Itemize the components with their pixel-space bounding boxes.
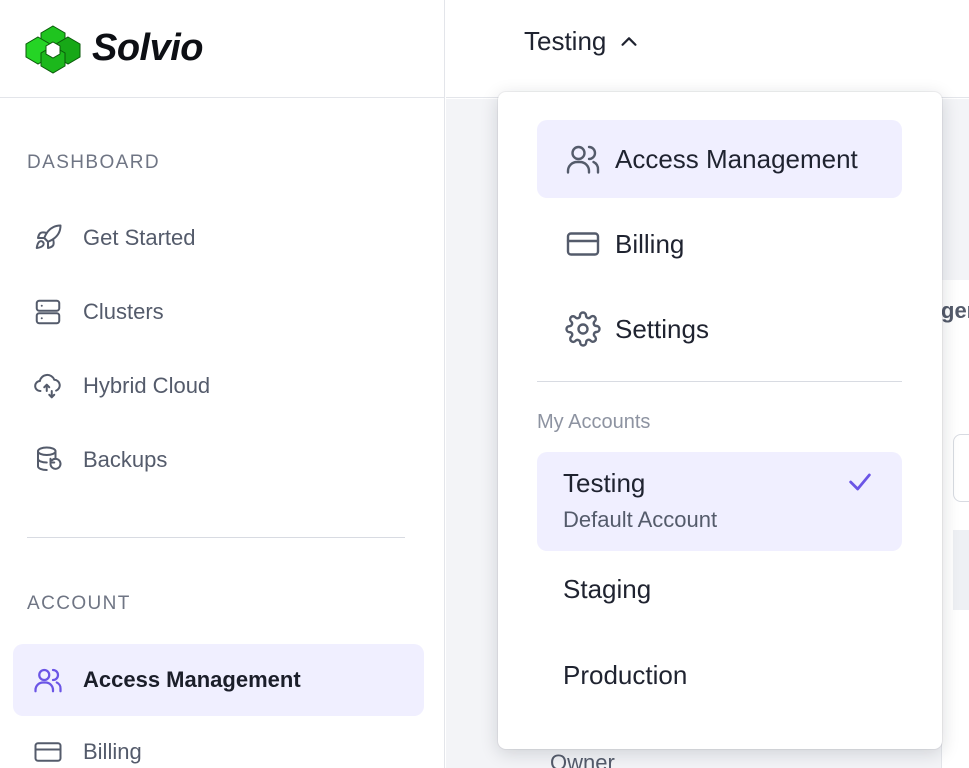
sidebar-divider: [27, 537, 405, 538]
credit-card-icon: [563, 224, 603, 264]
content-card: [941, 280, 969, 768]
search-input[interactable]: [953, 434, 969, 502]
database-restore-icon: [31, 443, 65, 477]
sidebar-item-label: Billing: [83, 739, 142, 764]
server-icon: [31, 295, 65, 329]
sidebar-item-access-management[interactable]: Access Management: [13, 644, 424, 716]
users-icon: [563, 139, 603, 179]
menu-item-label: Billing: [615, 228, 685, 259]
app-root: ger Owner Testing Solvio DASHBOARD: [0, 0, 969, 768]
menu-item-label: Settings: [615, 313, 709, 344]
sidebar-item-label: Backups: [83, 447, 168, 472]
account-dropdown-menu: Access Management Billing Settings My Ac…: [498, 92, 942, 749]
logo-icon: [25, 24, 81, 74]
account-name: Production: [563, 660, 688, 690]
account-item-testing[interactable]: Testing Default Account: [537, 452, 902, 551]
account-item-staging[interactable]: Staging: [537, 558, 902, 636]
table-cell-fragment: Owner: [550, 750, 615, 768]
dashboard-section-label: DASHBOARD: [27, 152, 160, 173]
menu-item-access-management[interactable]: Access Management: [537, 120, 902, 198]
cloud-sync-icon: [31, 369, 65, 403]
menu-item-label: Access Management: [615, 143, 858, 174]
chevron-up-icon: [621, 36, 637, 46]
sidebar-item-get-started[interactable]: Get Started: [13, 202, 424, 274]
menu-item-billing[interactable]: Billing: [537, 205, 902, 283]
sidebar-item-label: Hybrid Cloud: [83, 373, 211, 398]
sidebar: Solvio DASHBOARD Get Started Clusters Hy…: [0, 0, 445, 768]
gear-icon: [563, 309, 603, 349]
account-name: Staging: [563, 574, 652, 604]
account-switcher[interactable]: Testing: [524, 26, 640, 57]
menu-item-settings[interactable]: Settings: [537, 290, 902, 368]
sidebar-item-billing[interactable]: Billing: [13, 716, 424, 768]
sidebar-item-backups[interactable]: Backups: [13, 424, 424, 496]
current-account-label: Testing: [524, 26, 607, 56]
tab-fragment[interactable]: ger: [941, 298, 969, 324]
account-item-production[interactable]: Production: [537, 644, 902, 722]
account-subtitle: Default Account: [563, 507, 718, 532]
table-row: [953, 530, 969, 610]
account-section-label: ACCOUNT: [27, 593, 131, 614]
sidebar-item-hybrid-cloud[interactable]: Hybrid Cloud: [13, 350, 424, 422]
app-name: Solvio: [92, 27, 204, 69]
credit-card-icon: [31, 735, 65, 768]
sidebar-item-label: Access Management: [83, 667, 301, 692]
sidebar-item-label: Clusters: [83, 299, 164, 324]
sidebar-item-label: Get Started: [83, 225, 196, 250]
top-bar: Testing: [446, 0, 969, 98]
logo[interactable]: Solvio: [0, 0, 444, 98]
account-name: Testing: [563, 468, 646, 498]
rocket-icon: [31, 221, 65, 255]
menu-divider: [537, 381, 902, 382]
sidebar-item-clusters[interactable]: Clusters: [13, 276, 424, 348]
checkmark-icon: [849, 473, 871, 491]
my-accounts-label: My Accounts: [537, 411, 651, 433]
users-icon: [31, 663, 65, 697]
